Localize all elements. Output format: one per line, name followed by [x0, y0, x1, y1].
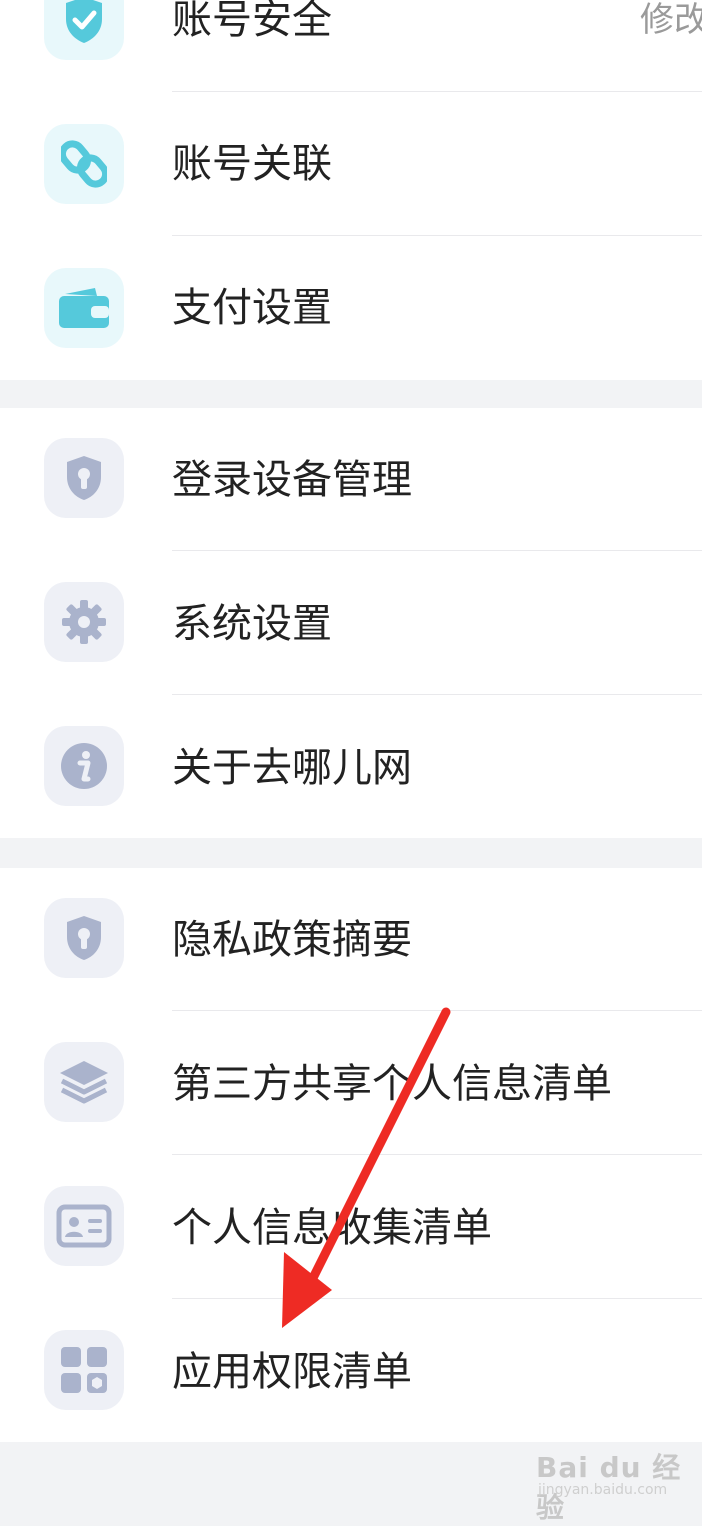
id-card-icon [44, 1186, 124, 1266]
system-section: 登录设备管理 系统设置 关于去哪儿网 [0, 408, 702, 838]
menu-item-label: 关于去哪儿网 [172, 745, 412, 791]
menu-item-app-permissions[interactable]: 应用权限清单 [0, 1300, 702, 1444]
modify-hint: 修改 [640, 0, 702, 40]
watermark-url: jingyan.baidu.com [538, 1482, 668, 1498]
menu-item-login-devices[interactable]: 登录设备管理 [0, 408, 702, 552]
baidu-watermark: Bai du 经验 jingyan.baidu.com [536, 1446, 686, 1524]
divider [172, 1298, 702, 1299]
divider [172, 550, 702, 551]
divider [172, 694, 702, 695]
menu-item-label: 账号关联 [172, 141, 332, 187]
menu-item-label: 应用权限清单 [172, 1349, 412, 1395]
menu-item-payment-settings[interactable]: 支付设置 [0, 236, 702, 380]
menu-item-label: 第三方共享个人信息清单 [172, 1061, 612, 1107]
menu-item-label: 系统设置 [172, 601, 332, 647]
menu-item-label: 个人信息收集清单 [172, 1205, 492, 1251]
account-section: 账号安全 修改 账号关联 支付设置 [0, 0, 702, 380]
menu-item-label: 登录设备管理 [172, 457, 412, 503]
menu-item-label: 支付设置 [172, 285, 332, 331]
gear-icon [44, 582, 124, 662]
menu-item-third-party-sharing[interactable]: 第三方共享个人信息清单 [0, 1012, 702, 1156]
info-icon [44, 726, 124, 806]
menu-item-account-link[interactable]: 账号关联 [0, 92, 702, 236]
shield-check-icon [44, 0, 124, 60]
shield-lock-icon [44, 898, 124, 978]
divider [172, 1154, 702, 1155]
divider [172, 1010, 702, 1011]
privacy-section: 隐私政策摘要 第三方共享个人信息清单 个人信息收集清单 应用权限清单 [0, 868, 702, 1442]
menu-item-label: 隐私政策摘要 [172, 917, 412, 963]
menu-item-privacy-summary[interactable]: 隐私政策摘要 [0, 868, 702, 1012]
menu-item-system-settings[interactable]: 系统设置 [0, 552, 702, 696]
menu-item-account-security[interactable]: 账号安全 修改 [0, 0, 702, 92]
shield-lock-icon [44, 438, 124, 518]
link-icon [44, 124, 124, 204]
menu-item-personal-info-collection[interactable]: 个人信息收集清单 [0, 1156, 702, 1300]
menu-item-label: 账号安全 [172, 0, 332, 43]
apps-grid-icon [44, 1330, 124, 1410]
wallet-icon [44, 268, 124, 348]
layers-icon [44, 1042, 124, 1122]
menu-item-about[interactable]: 关于去哪儿网 [0, 696, 702, 840]
